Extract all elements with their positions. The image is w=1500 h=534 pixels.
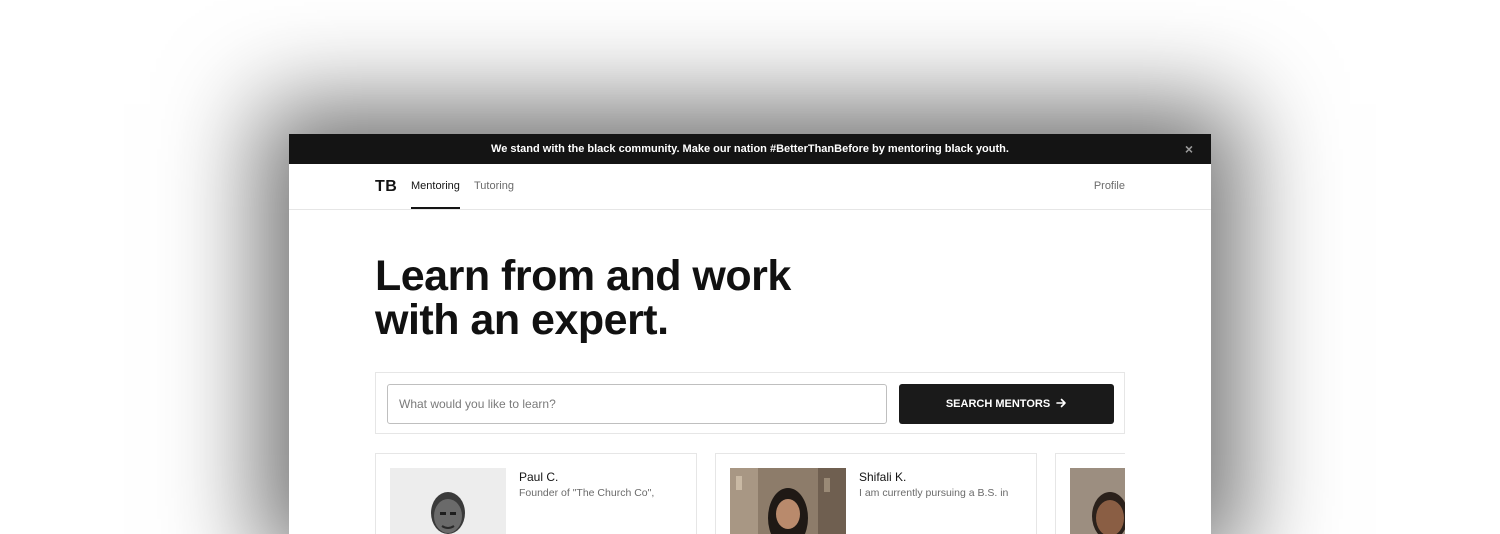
avatar xyxy=(390,468,506,534)
title-line-1: Learn from and work xyxy=(375,252,791,300)
close-icon[interactable]: × xyxy=(1181,141,1197,157)
top-nav: TB Mentoring Tutoring Profile xyxy=(289,164,1211,210)
mentor-card[interactable]: Paul C. Founder of "The Church Co", xyxy=(375,453,697,534)
search-panel: SEARCH MENTORS xyxy=(375,372,1125,434)
mentor-card[interactable] xyxy=(1055,453,1125,534)
search-button-label: SEARCH MENTORS xyxy=(945,398,1051,410)
avatar xyxy=(1070,468,1125,534)
announcement-banner: We stand with the black community. Make … xyxy=(289,134,1211,164)
tab-mentoring[interactable]: Mentoring xyxy=(411,180,460,209)
mentor-description: Founder of "The Church Co", xyxy=(519,487,655,499)
banner-message: We stand with the black community. Make … xyxy=(491,143,1009,155)
mentor-name: Shifali K. xyxy=(859,470,907,484)
arrow-right-icon xyxy=(1056,398,1067,411)
tab-tutoring[interactable]: Tutoring xyxy=(474,180,514,209)
mentor-cards: Paul C. Founder of "The Church Co", Shif… xyxy=(375,453,1125,534)
profile-link[interactable]: Profile xyxy=(1094,180,1125,192)
mentor-card[interactable]: Shifali K. I am currently pursuing a B.S… xyxy=(715,453,1037,534)
search-mentors-button[interactable]: SEARCH MENTORS xyxy=(899,384,1114,424)
title-line-2: with an expert. xyxy=(375,296,669,344)
search-input[interactable] xyxy=(387,384,887,424)
avatar xyxy=(730,468,846,534)
app-window: We stand with the black community. Make … xyxy=(289,134,1211,534)
page-title: Learn from and work with an expert. xyxy=(375,254,875,342)
mentor-description: I am currently pursuing a B.S. in xyxy=(859,487,1009,499)
mentor-name: Paul C. xyxy=(519,470,559,484)
logo[interactable]: TB xyxy=(375,178,397,196)
